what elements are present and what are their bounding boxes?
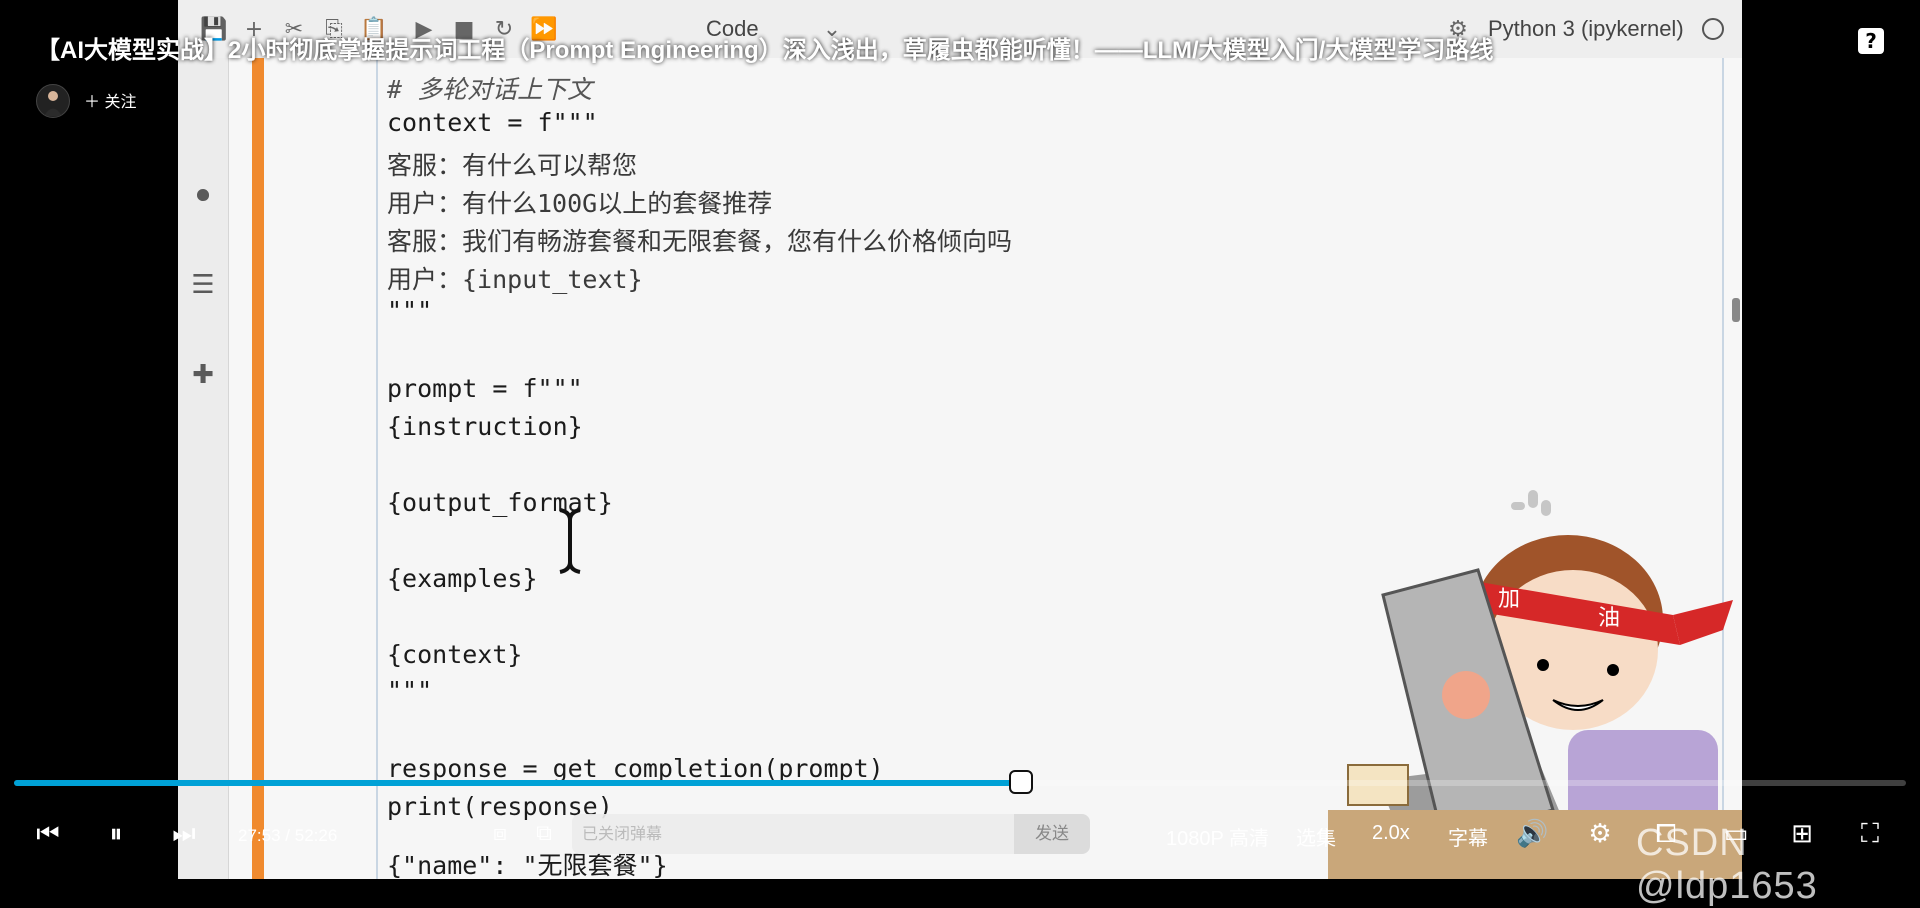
danmaku-settings-icon[interactable]: ⧉: [528, 818, 560, 850]
progress-thumb-icon[interactable]: [1008, 770, 1033, 794]
volume-icon[interactable]: 🔊: [1516, 818, 1548, 850]
current-time: 27:53: [238, 826, 281, 845]
danmaku-toggle-icon[interactable]: ⧈: [484, 818, 516, 850]
svg-text:油: 油: [1598, 606, 1620, 631]
episodes-button[interactable]: 选集: [1296, 822, 1336, 851]
video-frame[interactable]: 💾 + ✂ ⎘ 📋 ▶ ■ ↻ ⏩ Code ⌄ ⚙ Python 3 (ipy…: [178, 0, 1742, 879]
code-line: {instruction}: [387, 412, 583, 441]
running-icon: ⏺: [196, 180, 210, 210]
send-button[interactable]: 发送: [1014, 814, 1090, 854]
subtitle-button[interactable]: 字幕: [1448, 822, 1488, 851]
time-separator: /: [285, 826, 295, 845]
gear-icon[interactable]: ⚙: [1584, 818, 1616, 850]
speed-button[interactable]: 2.0x: [1372, 822, 1410, 845]
code-line: context = f""": [387, 108, 598, 137]
text-cursor-icon: [559, 508, 581, 574]
code-line: {context}: [387, 640, 523, 669]
plus-icon: ＋: [84, 94, 101, 111]
quality-button[interactable]: 1080P 高清: [1166, 822, 1269, 851]
previous-icon[interactable]: ⏮: [32, 818, 64, 850]
code-line: """: [387, 296, 433, 325]
scrollbar-thumb: [1732, 298, 1740, 322]
follow-button[interactable]: ＋ 关注: [84, 88, 136, 112]
kernel-status-icon: [1702, 18, 1724, 40]
player-controls: ⏮ ⏸ ⏭ 27:53 / 52:26 ⧈ ⧉ 已关闭弹幕 发送 1080P 高…: [0, 800, 1920, 879]
toc-icon: ☰: [191, 270, 215, 300]
help-icon[interactable]: ?: [1858, 28, 1884, 54]
code-line: 客服：我们有畅游套餐和无限套餐，您有什么价格倾向吗: [387, 227, 1013, 256]
watermark: CSDN @ldp1653: [1636, 822, 1818, 907]
code-line: 客服：有什么可以帮您: [387, 151, 638, 180]
duration: 52:26: [294, 826, 338, 845]
avatar[interactable]: [36, 84, 70, 118]
cell-collapser: [252, 58, 264, 879]
progress-fill: [14, 780, 1021, 786]
extension-icon: ✚: [192, 360, 214, 390]
kernel-name: Python 3 (ipykernel): [1488, 16, 1684, 41]
progress-bar[interactable]: [14, 770, 1906, 794]
code-line: response = get_completion(prompt): [387, 754, 884, 783]
code-line: {examples}: [387, 564, 538, 593]
code-line: 用户：{input_text}: [387, 265, 643, 294]
danmaku-input[interactable]: 已关闭弹幕: [572, 814, 1020, 854]
svg-text:加: 加: [1498, 587, 1520, 612]
code-line: 用户：有什么100G以上的套餐推荐: [387, 189, 773, 218]
pause-icon[interactable]: ⏸: [100, 818, 132, 850]
next-icon[interactable]: ⏭: [168, 818, 200, 850]
video-title: 【AI大模型实战】2小时彻底掌握提示词工程（Prompt Engineering…: [36, 37, 1494, 64]
code-line: """: [387, 676, 433, 705]
follow-label: 关注: [104, 94, 137, 111]
jupyter-sidebar: ⏺ ☰ ✚: [178, 58, 229, 879]
code-line: # 多轮对话上下文: [387, 75, 593, 104]
time-display: 27:53 / 52:26: [238, 826, 337, 846]
code-line: prompt = f""": [387, 374, 583, 403]
